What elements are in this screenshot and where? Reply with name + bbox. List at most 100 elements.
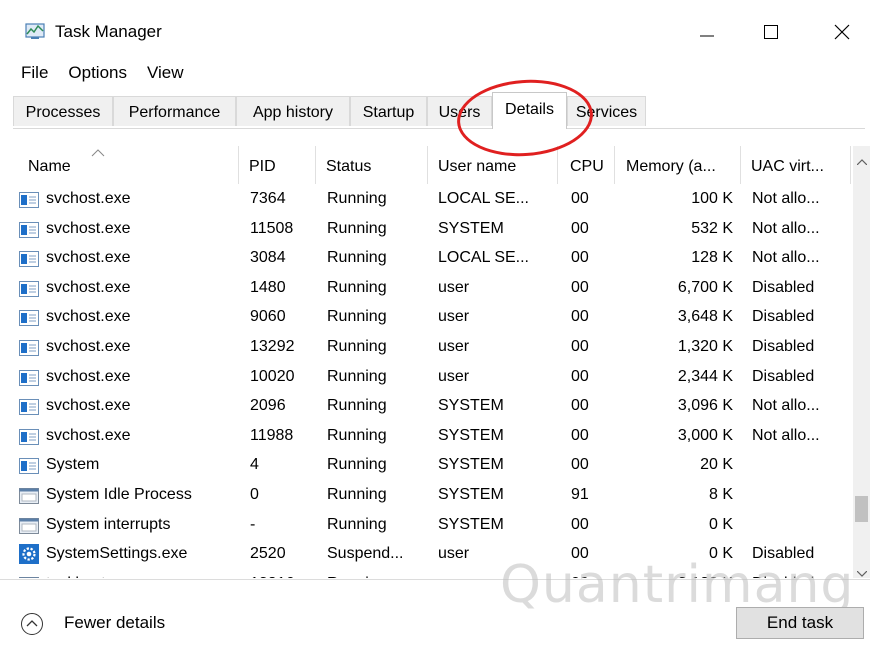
process-status: Running [327, 278, 387, 296]
column-divider[interactable] [614, 146, 615, 184]
process-name: svchost.exe [46, 249, 131, 267]
process-pid: 9060 [250, 308, 286, 326]
tab-details[interactable]: Details [492, 92, 567, 129]
tab-app-history[interactable]: App history [236, 96, 350, 126]
table-row[interactable]: svchost.exe 2096 Running SYSTEM 00 3,096 K Not… [13, 393, 851, 423]
process-name: System [46, 456, 100, 474]
menu-options[interactable]: Options [68, 63, 127, 83]
task-manager-app-icon [25, 22, 45, 40]
minimize-button[interactable] [685, 14, 729, 50]
process-user: user [438, 367, 470, 385]
process-memory: 128 K [691, 249, 733, 267]
tab-performance[interactable]: Performance [113, 96, 236, 126]
fewer-details-chevron-up-icon[interactable] [20, 612, 44, 636]
column-header-user-name[interactable]: User name [438, 158, 516, 176]
column-divider[interactable] [740, 146, 741, 184]
process-name: svchost.exe [46, 308, 131, 326]
process-status: Running [327, 575, 387, 578]
table-row[interactable]: svchost.exe 9060 Running user 00 3,648 K Disab… [13, 304, 851, 334]
process-name: svchost.exe [46, 397, 131, 415]
process-status: Running [327, 308, 387, 326]
tab-bar: Processes Performance App history Startu… [13, 92, 865, 129]
table-row[interactable]: svchost.exe 13292 Running user 00 1,320 K Disa… [13, 334, 851, 364]
table-row[interactable]: System Idle Process 0 Running SYSTEM 91 8 K [13, 482, 851, 512]
process-cpu: 91 [571, 486, 589, 503]
process-pid: 10020 [250, 367, 295, 385]
process-pid: 3084 [250, 249, 286, 267]
process-uac-virtualization: Disabled [752, 338, 815, 355]
sort-ascending-icon [91, 146, 105, 162]
process-uac-virtualization: Not allo... [752, 219, 820, 237]
column-divider[interactable] [557, 146, 558, 184]
column-header-status[interactable]: Status [326, 158, 371, 176]
menu-file[interactable]: File [21, 63, 48, 83]
service-host-icon [19, 251, 39, 268]
column-divider[interactable] [238, 146, 239, 184]
service-host-icon [19, 310, 39, 327]
process-memory: 2,344 K [677, 367, 733, 385]
tab-startup[interactable]: Startup [350, 96, 427, 126]
column-header-uac-virtualization[interactable]: UAC virt... [751, 158, 824, 176]
process-user: LOCAL SE... [438, 249, 529, 267]
window-title: Task Manager [55, 22, 162, 41]
process-status: Running [327, 190, 387, 207]
close-button[interactable] [820, 14, 864, 50]
process-uac-virtualization: Disabled [752, 278, 815, 296]
process-name: svchost.exe [46, 338, 131, 355]
process-memory: 532 K [691, 219, 733, 237]
table-row[interactable]: svchost.exe 11508 Running SYSTEM 00 532 K Not … [13, 216, 851, 246]
fewer-details-link[interactable]: Fewer details [64, 613, 165, 633]
process-cpu: 00 [571, 426, 589, 444]
window-process-icon [19, 576, 39, 578]
process-memory: 8 K [708, 486, 733, 503]
scroll-up-icon[interactable] [856, 152, 868, 170]
process-name: SystemSettings.exe [46, 545, 188, 563]
process-memory: 20 K [700, 456, 733, 474]
table-row[interactable]: svchost.exe 11988 Running SYSTEM 00 3,000 K No… [13, 423, 851, 453]
table-row[interactable]: svchost.exe 7364 Running LOCAL SE... 00 100 K… [13, 186, 851, 216]
scrollbar-thumb[interactable] [855, 496, 868, 522]
tab-processes[interactable]: Processes [13, 96, 113, 126]
column-divider[interactable] [850, 146, 851, 184]
process-pid: 11508 [250, 219, 294, 237]
process-memory: 3,096 K [677, 397, 733, 415]
column-divider[interactable] [315, 146, 316, 184]
column-divider[interactable] [427, 146, 428, 184]
column-header-name[interactable]: Name [28, 158, 71, 176]
column-header-pid[interactable]: PID [249, 158, 276, 176]
process-status: Running [327, 367, 387, 385]
vertical-scrollbar[interactable] [853, 146, 870, 578]
watermark-logo: Quantrimang [500, 555, 855, 615]
menu-view[interactable]: View [147, 63, 184, 83]
process-name: System interrupts [46, 515, 171, 533]
service-host-icon [19, 369, 39, 386]
process-uac-virtualization: Disabled [752, 367, 815, 385]
tab-users[interactable]: Users [427, 96, 492, 126]
table-row[interactable]: svchost.exe 1480 Running user 00 6,700 K Disab… [13, 275, 851, 305]
process-status: Running [327, 426, 387, 444]
process-cpu: 00 [571, 515, 589, 533]
process-name: svchost.exe [46, 367, 131, 385]
process-cpu: 00 [571, 397, 589, 415]
column-header-cpu[interactable]: CPU [570, 158, 604, 176]
process-uac-virtualization: Not allo... [752, 190, 820, 207]
service-host-icon [19, 221, 39, 238]
process-status: Suspend... [327, 545, 404, 563]
table-row[interactable]: svchost.exe 10020 Running user 00 2,344 K Disa… [13, 364, 851, 394]
process-cpu: 00 [571, 249, 589, 267]
maximize-button[interactable] [749, 14, 793, 50]
table-row[interactable]: svchost.exe 3084 Running LOCAL SE... 00 128 K… [13, 245, 851, 275]
window-process-icon [19, 517, 39, 534]
process-user: user [438, 575, 469, 578]
table-row[interactable]: System interrupts - Running SYSTEM 00 0 K [13, 512, 851, 542]
process-user: user [438, 308, 470, 326]
table-row[interactable]: System 4 Running SYSTEM 00 20 K [13, 452, 851, 482]
process-status: Running [327, 515, 387, 533]
process-pid: 7364 [250, 190, 286, 207]
column-header-memory[interactable]: Memory (a... [626, 158, 716, 176]
process-cpu: 00 [571, 308, 589, 326]
process-user: user [438, 545, 470, 563]
process-pid: 4 [250, 456, 259, 474]
end-task-button[interactable]: End task [736, 607, 864, 639]
tab-services[interactable]: Services [567, 96, 646, 126]
